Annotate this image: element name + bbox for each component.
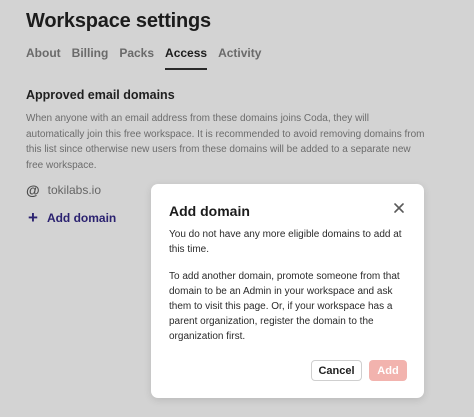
tab-about[interactable]: About: [26, 46, 61, 70]
tab-activity[interactable]: Activity: [218, 46, 261, 70]
domain-name: tokilabs.io: [47, 183, 102, 197]
add-domain-label: Add domain: [46, 211, 117, 225]
add-button[interactable]: Add: [369, 360, 407, 381]
section-title: Approved email domains: [26, 88, 175, 102]
tab-billing[interactable]: Billing: [72, 46, 109, 70]
add-domain-dialog: Add domain You do not have any more elig…: [151, 184, 424, 398]
dialog-message: You do not have any more eligible domain…: [169, 229, 402, 255]
domain-list-item: @ tokilabs.io: [26, 182, 101, 198]
section-description: When anyone with an email address from t…: [26, 113, 425, 171]
tab-packs[interactable]: Packs: [119, 46, 154, 70]
dialog-detail: To add another domain, promote someone f…: [169, 271, 400, 342]
settings-tabs: About Billing Packs Access Activity: [26, 46, 272, 70]
cancel-button[interactable]: Cancel: [311, 360, 362, 381]
add-domain-button[interactable]: + Add domain: [28, 208, 117, 227]
dialog-title: Add domain: [169, 203, 250, 219]
at-icon: @: [26, 182, 40, 198]
close-icon[interactable]: [392, 201, 406, 215]
tab-access[interactable]: Access: [165, 46, 208, 70]
plus-icon: +: [28, 208, 38, 227]
page-title: Workspace settings: [26, 10, 211, 32]
